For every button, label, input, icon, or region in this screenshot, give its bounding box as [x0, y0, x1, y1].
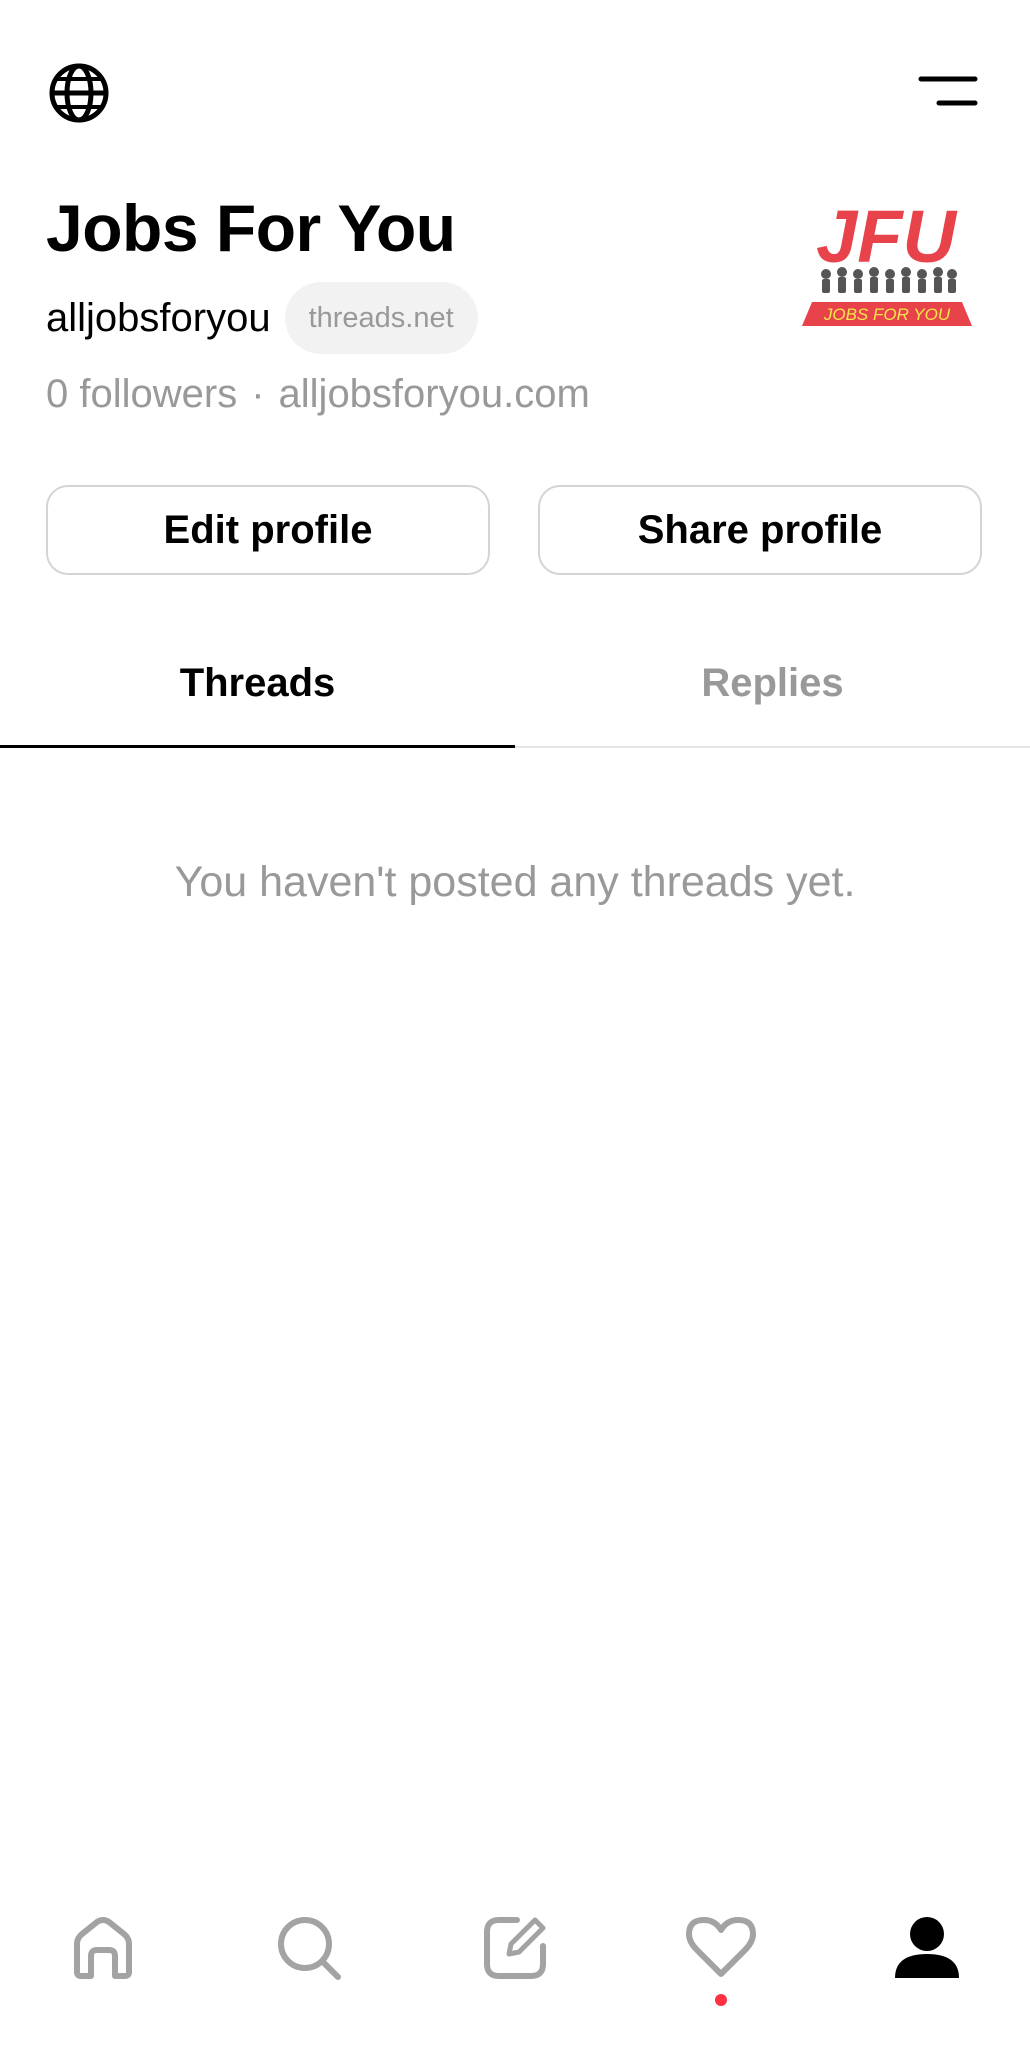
bottom-nav [0, 1890, 1030, 2048]
website-link[interactable]: alljobsforyou.com [279, 372, 590, 417]
nav-compose[interactable] [445, 1890, 585, 2010]
empty-state-message: You haven't posted any threads yet. [174, 858, 856, 906]
profile-meta: 0 followers · alljobsforyou.com [46, 372, 590, 417]
avatar[interactable]: JFU JOBS FOR YOU [796, 190, 976, 340]
nav-home[interactable] [33, 1890, 173, 2010]
edit-profile-button[interactable]: Edit profile [46, 485, 490, 575]
menu-button[interactable] [912, 68, 984, 114]
profile-icon [895, 1917, 959, 1978]
domain-pill[interactable]: threads.net [284, 282, 478, 354]
search-icon [278, 1917, 341, 1980]
nav-profile[interactable] [857, 1890, 997, 2010]
handle-row: alljobsforyou threads.net [46, 282, 478, 354]
svg-text:JFU: JFU [816, 195, 957, 278]
globe-button[interactable] [44, 58, 114, 128]
notification-dot [715, 1994, 727, 2006]
meta-separator: · [251, 372, 265, 416]
profile-tabs: Threads Replies [0, 620, 1030, 748]
menu-icon [918, 76, 978, 106]
followers-count[interactable]: 0 followers [46, 372, 237, 417]
jfu-logo: JFU JOBS FOR YOU [802, 195, 972, 326]
home-icon [74, 1917, 132, 1979]
share-profile-button[interactable]: Share profile [538, 485, 982, 575]
nav-search[interactable] [239, 1890, 379, 2010]
tab-threads[interactable]: Threads [0, 620, 515, 748]
profile-name: Jobs For You [46, 191, 456, 265]
tab-replies[interactable]: Replies [515, 620, 1030, 746]
heart-icon [686, 1917, 756, 1977]
profile-handle: alljobsforyou [46, 295, 271, 340]
profile-page: Jobs For You alljobsforyou threads.net J… [0, 0, 1030, 2048]
compose-icon [484, 1917, 546, 1979]
nav-activity[interactable] [651, 1890, 791, 2010]
globe-icon [49, 63, 109, 123]
top-bar [0, 0, 1030, 180]
svg-text:JOBS FOR YOU: JOBS FOR YOU [823, 305, 951, 324]
